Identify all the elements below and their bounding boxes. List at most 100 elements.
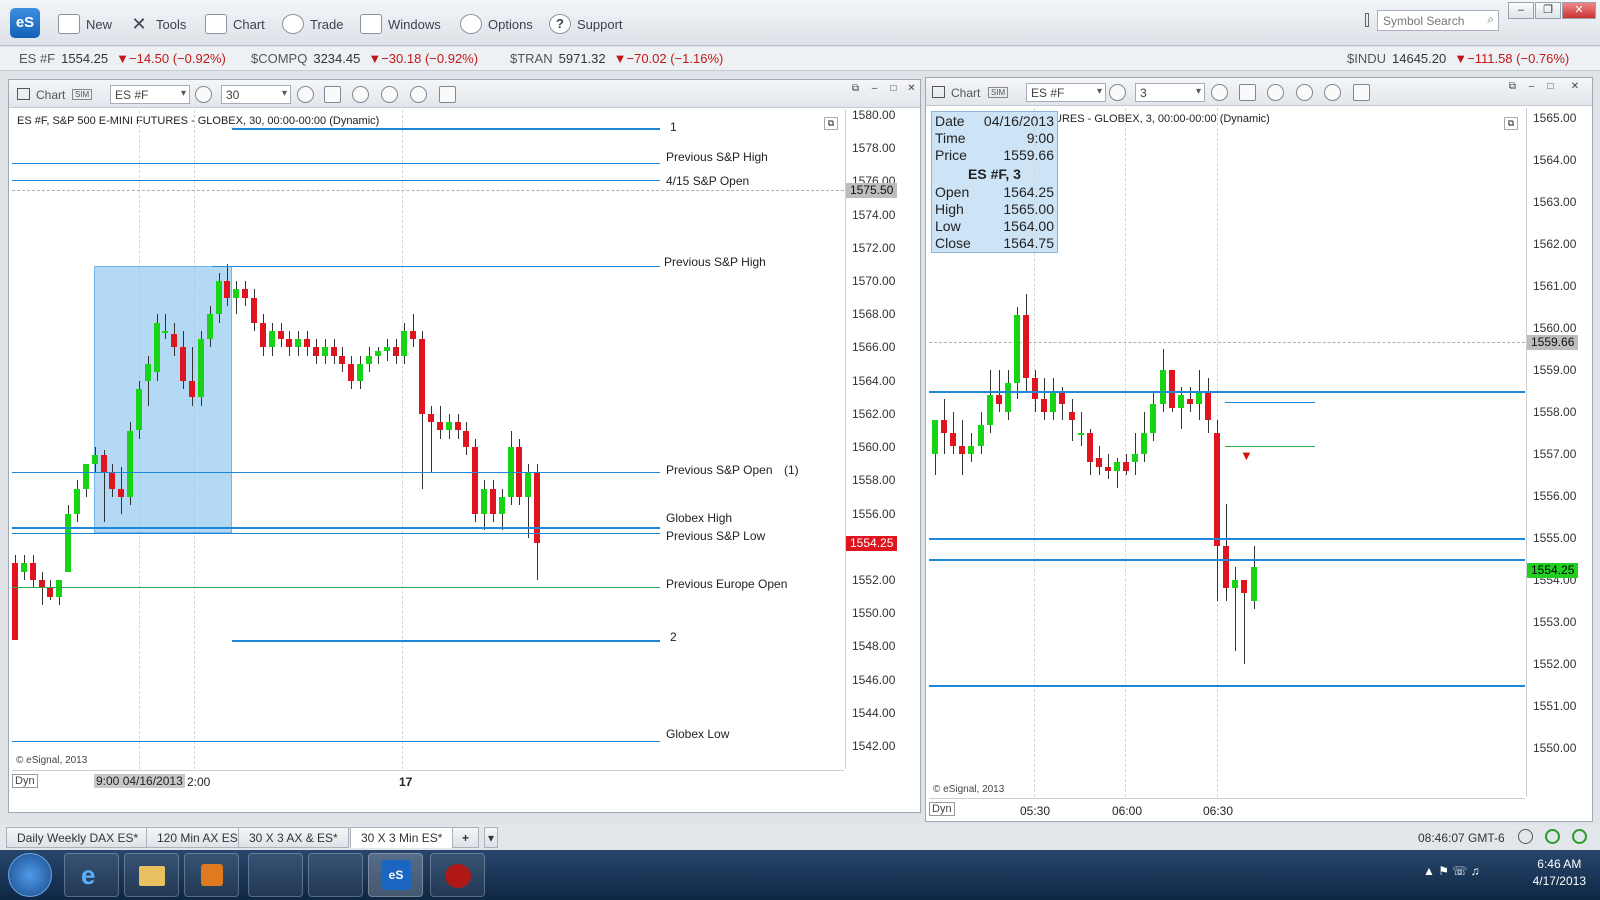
right-chart-window: Chart SIM ES #F 3 ⧉ – □ ✕ URES - GLOBEX,… (925, 77, 1593, 822)
restore-button[interactable]: ❐ (1535, 2, 1561, 19)
clock-icon[interactable] (1211, 84, 1228, 101)
copyright: © eSignal, 2013 (16, 755, 88, 766)
ie-icon[interactable]: e (64, 853, 119, 897)
left-price-axis[interactable]: 1580.00 1578.00 1576.00 1574.00 1572.00 1570.… (845, 108, 920, 769)
pencil-icon[interactable] (324, 86, 341, 103)
menu-new[interactable]: New (58, 14, 112, 34)
panel-maximize-button[interactable]: □ (1542, 80, 1559, 94)
level-label: Previous S&P Low (666, 529, 766, 544)
app-icon[interactable] (430, 853, 485, 897)
start-button[interactable] (8, 853, 52, 897)
panel-minimize-button[interactable]: – (866, 82, 883, 96)
candle-wick (236, 281, 238, 315)
tab-daily-weekly-dax[interactable]: Daily Weekly DAX ES* (6, 827, 150, 848)
tabs-dropdown-button[interactable]: ▾ (484, 827, 499, 848)
network-app-icon[interactable] (248, 853, 303, 897)
esignal-taskbar-icon[interactable]: eS (368, 853, 423, 897)
candle-wick (1244, 580, 1246, 664)
tab-30x3-min-es[interactable]: 30 X 3 Min ES* (350, 827, 454, 848)
tab-120-min[interactable]: 120 Min AX ES (146, 827, 249, 848)
price-tag-last: 1554.25 (846, 535, 898, 551)
explorer-icon[interactable] (124, 853, 179, 897)
candle-body (392, 347, 399, 356)
esignal-logo[interactable]: eS (10, 8, 40, 38)
detach-icon[interactable]: ⧉ (847, 82, 864, 96)
ticker-item[interactable]: $COMPQ 3234.45 ▼−30.18 (−0.92%) (251, 51, 478, 66)
candle-body (1050, 391, 1057, 412)
price-tick: 1560.00 (852, 440, 896, 455)
expand-icon[interactable]: ⧉ (1504, 117, 1518, 130)
chart-caption: URES - GLOBEX, 3, 00:00-00:00 (Dynamic) (1054, 113, 1270, 125)
candle-body (1214, 433, 1221, 547)
study-icon[interactable] (352, 86, 369, 103)
ticker-item[interactable]: ES #F 1554.25 ▼−14.50 (−0.92%) (19, 51, 226, 66)
study-icon[interactable] (1267, 84, 1284, 101)
pencil-icon[interactable] (1239, 84, 1256, 101)
panel-close-button[interactable]: ✕ (1560, 80, 1590, 94)
symbol-combo[interactable]: ES #F (110, 85, 190, 104)
clock-status-icon[interactable] (1518, 829, 1533, 844)
right-price-plot[interactable]: URES - GLOBEX, 3, 00:00-00:00 (Dynamic) … (929, 108, 1525, 797)
expand-icon[interactable]: ⧉ (824, 117, 838, 130)
media-player-icon[interactable] (184, 853, 239, 897)
connection-status-icon[interactable] (1545, 829, 1560, 844)
settings-icon[interactable] (1109, 84, 1126, 101)
candle-body (233, 289, 240, 298)
alert-icon[interactable] (1324, 84, 1341, 101)
play-icon[interactable] (1296, 84, 1313, 101)
menu-chart[interactable]: Chart (205, 14, 265, 34)
interval-combo[interactable]: 30 (221, 85, 291, 104)
price-tick: 1559.00 (1533, 363, 1577, 377)
menu-trade[interactable]: Trade (282, 14, 343, 34)
menu-options[interactable]: Options (460, 14, 533, 34)
menu-windows[interactable]: Windows (360, 14, 441, 34)
ticker-item[interactable]: $TRAN 5971.32 ▼−70.02 (−1.16%) (510, 51, 723, 66)
right-price-axis[interactable]: 1565.00 1564.00 1563.00 1562.00 1561.00 1560.… (1526, 108, 1592, 797)
level-label: Previous Europe Open (666, 576, 788, 591)
dyn-button[interactable]: Dyn (12, 774, 38, 788)
candle-body (20, 563, 27, 572)
interval-combo[interactable]: 3 (1135, 83, 1205, 102)
close-button[interactable]: ✕ (1562, 2, 1596, 19)
menu-tools[interactable]: ✕ Tools (128, 14, 186, 34)
menu-support[interactable]: ? Support (549, 14, 623, 34)
candle-body (525, 472, 532, 497)
panel-minimize-button[interactable]: – (1523, 80, 1540, 94)
candle-body (941, 420, 948, 433)
panel-maximize-button[interactable]: □ (885, 82, 902, 96)
data-window-value: 04/16/2013 (983, 113, 1054, 129)
right-time-axis[interactable]: Dyn 05:30 06:00 06:30 (929, 798, 1525, 820)
search-icon: ⌕ (1487, 12, 1494, 26)
link-icon[interactable] (1353, 84, 1370, 101)
candle-body (304, 339, 311, 348)
panel-close-button[interactable]: ✕ (903, 82, 920, 96)
clock-icon[interactable] (297, 86, 314, 103)
dyn-button[interactable]: Dyn (929, 802, 955, 816)
price-tick: 1552.00 (1533, 657, 1577, 671)
link-icon[interactable] (439, 86, 456, 103)
tray-icons[interactable]: ▲ ⚑ ☏ ♫ (1423, 864, 1480, 878)
time-label: 05:30 (1020, 804, 1051, 818)
left-time-axis[interactable]: Dyn 9:00 04/16/2013 2:00 17 (12, 770, 844, 792)
minimize-button[interactable]: – (1508, 2, 1534, 19)
alert-icon[interactable] (410, 86, 427, 103)
data-status-icon[interactable] (1572, 829, 1587, 844)
left-price-plot[interactable]: ES #F, S&P 500 E-MINI FUTURES - GLOBEX, … (12, 110, 844, 769)
ticker-item[interactable]: $INDU 14645.20 ▼−111.58 (−0.76%) (1347, 51, 1569, 66)
symbol-search-input[interactable]: Symbol Search ⌕ (1377, 10, 1499, 31)
tab-30x3-ax-es[interactable]: 30 X 3 AX & ES* (238, 827, 349, 848)
taskbar-clock[interactable]: 6:46 AM 4/17/2013 (1533, 856, 1586, 890)
candle-body (498, 496, 505, 514)
settings-icon[interactable] (195, 86, 212, 103)
price-tick: 1553.00 (1533, 615, 1577, 629)
detach-icon[interactable]: ⧉ (1504, 80, 1521, 94)
add-tab-button[interactable]: + (452, 827, 480, 848)
candle-body (1077, 433, 1084, 435)
candle-body (1159, 370, 1166, 404)
candle-body (410, 330, 417, 340)
play-icon[interactable] (381, 86, 398, 103)
monitor-app-icon[interactable] (308, 853, 363, 897)
symbol-combo[interactable]: ES #F (1026, 83, 1106, 102)
candle-body (206, 314, 213, 340)
candle-body (339, 355, 346, 365)
